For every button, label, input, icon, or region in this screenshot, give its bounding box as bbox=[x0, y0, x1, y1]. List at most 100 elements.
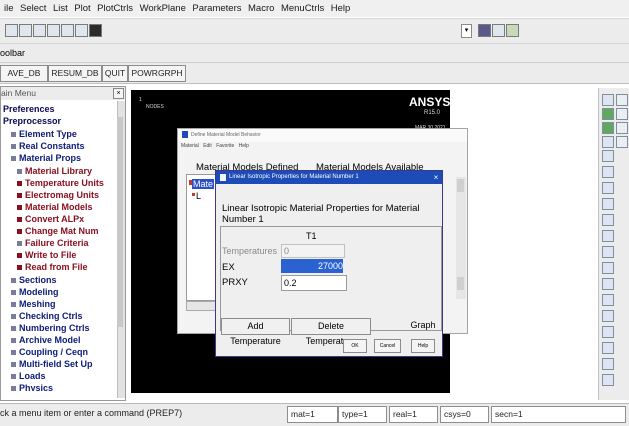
scroll-up-icon[interactable] bbox=[457, 179, 464, 192]
tree-item-material[interactable]: Mate bbox=[192, 179, 215, 189]
menu-item-read-from-file[interactable]: Read from File bbox=[17, 262, 88, 273]
powrgrph-button[interactable]: POWRGRPH bbox=[128, 65, 186, 82]
win-zoom-icon[interactable] bbox=[602, 294, 614, 306]
resume-db-button[interactable]: RESUM_DB bbox=[48, 65, 102, 82]
save-icon[interactable] bbox=[33, 24, 46, 37]
temperatures-field[interactable]: 0 bbox=[281, 244, 345, 258]
bottom-view-icon[interactable] bbox=[602, 150, 614, 162]
menu-item-loads[interactable]: Loads bbox=[11, 371, 46, 382]
new-icon[interactable] bbox=[5, 24, 18, 37]
menu-item-electromag-units[interactable]: Electromag Units bbox=[17, 190, 99, 201]
temperatures-label: Temperatures bbox=[222, 246, 278, 256]
define-menu-favorite[interactable]: Favorite bbox=[216, 143, 234, 149]
back-up-icon[interactable] bbox=[602, 310, 614, 322]
menu-workplane[interactable]: WorkPlane bbox=[140, 0, 186, 17]
menu-item-material-props[interactable]: Material Props bbox=[11, 153, 81, 164]
expand-icon bbox=[11, 132, 16, 138]
zoom-icon[interactable] bbox=[616, 122, 628, 134]
contact-icon[interactable] bbox=[478, 24, 491, 37]
scroll-down-icon[interactable] bbox=[457, 277, 464, 290]
menu-item-real-constants[interactable]: Real Constants bbox=[11, 141, 85, 152]
menu-list[interactable]: List bbox=[53, 0, 68, 17]
menu-item-write-to-file[interactable]: Write to File bbox=[17, 250, 76, 261]
rotate-z-icon[interactable] bbox=[616, 136, 628, 148]
menu-macro[interactable]: Macro bbox=[248, 0, 274, 17]
menu-item-material-models[interactable]: Material Models bbox=[17, 202, 93, 213]
top-view-icon[interactable] bbox=[602, 136, 614, 148]
menu-plotctrls[interactable]: PlotCtrls bbox=[97, 0, 133, 17]
command-dropdown-arrow[interactable]: ▾ bbox=[461, 24, 472, 38]
zoom-out-icon[interactable] bbox=[602, 262, 614, 274]
menu-item-preferences[interactable]: Preferences bbox=[3, 104, 55, 115]
menu-item-coupling-ceqn[interactable]: Coupling / Ceqn bbox=[11, 347, 88, 358]
menu-item-archive-model[interactable]: Archive Model bbox=[11, 335, 81, 346]
pan-icon[interactable] bbox=[47, 24, 60, 37]
iso-view-icon[interactable] bbox=[602, 108, 614, 120]
main-menu-panel: ain Menu × Preferences Preprocessor Elem… bbox=[0, 86, 126, 401]
status-bar: ck a menu item or enter a command (PREP7… bbox=[0, 403, 629, 426]
ok-button[interactable]: OK bbox=[343, 339, 367, 353]
pan-left-icon[interactable] bbox=[602, 326, 614, 338]
main-menu-scroll-thumb[interactable] bbox=[117, 117, 123, 327]
menu-file[interactable]: ile bbox=[4, 0, 14, 17]
display-icon[interactable] bbox=[89, 24, 102, 37]
expand-icon bbox=[11, 386, 16, 391]
oblique-view-icon[interactable] bbox=[602, 214, 614, 226]
menu-item-change-mat-num[interactable]: Change Mat Num bbox=[17, 226, 99, 237]
ex-field[interactable]: 27000 bbox=[281, 259, 343, 273]
menu-help[interactable]: Help bbox=[331, 0, 351, 17]
box-zoom-icon[interactable] bbox=[602, 278, 614, 290]
pan-rotate-icon[interactable] bbox=[616, 94, 628, 106]
menu-plot[interactable]: Plot bbox=[74, 0, 90, 17]
menu-item-numbering-ctrls[interactable]: Numbering Ctrls bbox=[11, 323, 90, 334]
pan-right-icon[interactable] bbox=[602, 342, 614, 354]
menu-item-checking-ctrls[interactable]: Checking Ctrls bbox=[11, 311, 83, 322]
left-view-icon[interactable] bbox=[602, 166, 614, 178]
zoom-in-icon[interactable] bbox=[602, 246, 614, 258]
view-1-icon[interactable] bbox=[602, 94, 614, 106]
nodes-label: NODES bbox=[146, 104, 164, 110]
help-button[interactable]: Help bbox=[411, 339, 435, 353]
menu-item-meshing[interactable]: Meshing bbox=[11, 299, 56, 310]
tree-item-linear[interactable]: L bbox=[196, 191, 201, 201]
close-icon[interactable]: × bbox=[430, 171, 442, 184]
collapse-icon[interactable]: × bbox=[113, 88, 124, 99]
menu-item-failure-criteria[interactable]: Failure Criteria bbox=[17, 238, 89, 249]
menu-item-convert-alpx[interactable]: Convert ALPx bbox=[17, 214, 84, 225]
menu-item-physics[interactable]: Physics bbox=[11, 383, 53, 391]
menu-item-temperature-units[interactable]: Temperature Units bbox=[17, 178, 104, 189]
workbench-icon[interactable] bbox=[492, 24, 505, 37]
graph-button[interactable]: Graph bbox=[409, 318, 437, 333]
solver-icon[interactable] bbox=[506, 24, 519, 37]
expand-icon bbox=[11, 374, 16, 380]
menu-item-element-type[interactable]: Element Type bbox=[11, 129, 77, 140]
define-menu-edit[interactable]: Edit bbox=[203, 143, 212, 149]
menu-item-sections[interactable]: Sections bbox=[11, 275, 57, 286]
save-db-button[interactable]: AVE_DB bbox=[0, 65, 48, 82]
status-mat: mat=1 bbox=[287, 406, 338, 423]
open-icon[interactable] bbox=[19, 24, 32, 37]
menu-item-preprocessor[interactable]: Preprocessor bbox=[3, 116, 61, 127]
add-temperature-button[interactable]: Add Temperature bbox=[221, 318, 290, 346]
pan-up-icon[interactable] bbox=[602, 358, 614, 370]
menu-item-multi-field-setup[interactable]: Multi-field Set Up bbox=[11, 359, 93, 370]
menu-item-material-library[interactable]: Material Library bbox=[17, 166, 92, 177]
fit-view-icon[interactable] bbox=[602, 230, 614, 242]
quit-button[interactable]: QUIT bbox=[102, 65, 128, 82]
cancel-button[interactable]: Cancel bbox=[374, 339, 401, 353]
menu-menuctrls[interactable]: MenuCtrls bbox=[281, 0, 324, 17]
menu-parameters[interactable]: Parameters bbox=[192, 0, 241, 17]
report-icon[interactable] bbox=[75, 24, 88, 37]
rotate-icon[interactable] bbox=[616, 108, 628, 120]
back-view-icon[interactable] bbox=[602, 198, 614, 210]
right-view-icon[interactable] bbox=[602, 182, 614, 194]
image-capture-icon[interactable] bbox=[61, 24, 74, 37]
define-menu-help[interactable]: Help bbox=[239, 143, 249, 149]
delete-temperature-button[interactable]: Delete Temperature bbox=[291, 318, 371, 346]
menu-item-modeling[interactable]: Modeling bbox=[11, 287, 59, 298]
define-menu-material[interactable]: Material bbox=[181, 143, 199, 149]
prxy-field[interactable]: 0.2 bbox=[281, 275, 347, 291]
pan-down-icon[interactable] bbox=[602, 374, 614, 386]
front-view-icon[interactable] bbox=[602, 122, 614, 134]
menu-select[interactable]: Select bbox=[20, 0, 46, 17]
